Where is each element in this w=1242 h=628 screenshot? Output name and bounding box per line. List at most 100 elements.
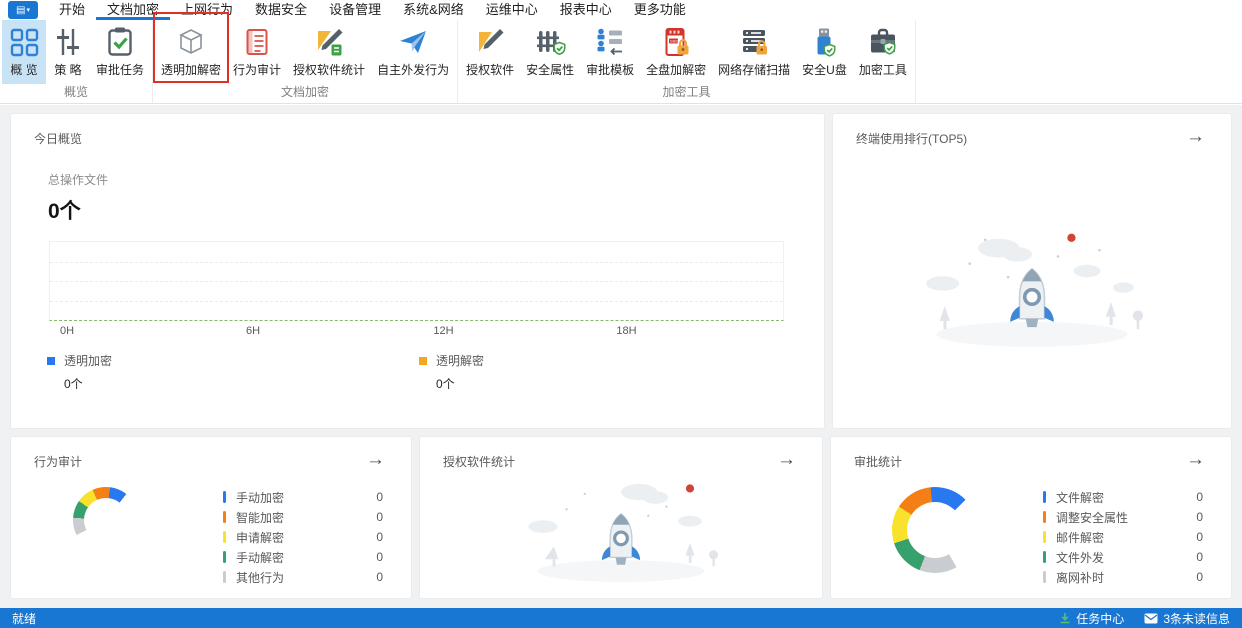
ribbon-button-secure-usb[interactable]: 安全U盘 <box>796 20 853 84</box>
ribbon-button-encryption-tools[interactable]: 加密工具 <box>853 20 913 84</box>
paper-plane-icon <box>397 26 429 58</box>
legend-marker <box>223 531 226 543</box>
ribbon-button-label: 网络存储扫描 <box>718 61 790 78</box>
ribbon-group-encryption-tools: 授权软件 安全属性 审批模板 <box>458 20 916 103</box>
ribbon-button-overview[interactable]: 概 览 <box>2 20 46 84</box>
tab-more-functions[interactable]: 更多功能 <box>623 0 697 20</box>
card-approval-stats: 审批统计 → 文件解密0 调整安全属性0 邮件解密0 文件外发0 离网补时0 <box>830 436 1232 599</box>
ribbon-button-label: 授权软件 <box>466 61 514 78</box>
ribbon-button-transparent-encryption[interactable]: 透明加解密 <box>155 20 227 84</box>
ribbon-button-behavior-audit[interactable]: 行为审计 <box>227 20 287 84</box>
ribbon-button-label: 审批任务 <box>96 61 144 78</box>
tab-data-security[interactable]: 数据安全 <box>244 0 318 20</box>
legend-value: 0 <box>376 490 383 504</box>
ribbon-group-label: 文档加密 <box>155 84 455 103</box>
gridline <box>50 281 783 282</box>
envelope-icon <box>1144 613 1158 624</box>
approval-flow-icon <box>594 26 626 58</box>
more-arrow-icon[interactable]: → <box>366 453 385 467</box>
grid-icon <box>8 26 40 58</box>
app-window: ▤▾ 开始 文档加密 上网行为 数据安全 设备管理 系统&网络 运维中心 报表中… <box>0 0 1242 628</box>
total-files-metric: 总操作文件 0个 <box>48 171 824 225</box>
fence-shield-icon <box>534 26 566 58</box>
tab-report-center[interactable]: 报表中心 <box>549 0 623 20</box>
card-title: 终端使用排行(TOP5) <box>856 130 967 147</box>
legend-marker <box>47 357 55 365</box>
more-arrow-icon[interactable]: → <box>1186 453 1205 467</box>
ribbon-button-licensed-software[interactable]: 授权软件 <box>460 20 520 84</box>
legend-item: 文件解密0 <box>1043 487 1203 507</box>
legend-marker <box>223 511 226 523</box>
chart-legend: 透明加密 0个 透明解密 0个 <box>47 352 824 392</box>
card-today-overview: 今日概览 总操作文件 0个 0H 6H 12H <box>10 113 825 429</box>
audit-list-icon <box>241 26 273 58</box>
tab-device-management[interactable]: 设备管理 <box>318 0 392 20</box>
menu-tabs: 开始 文档加密 上网行为 数据安全 设备管理 系统&网络 运维中心 报表中心 更… <box>48 0 697 20</box>
legend-label: 邮件解密 <box>1056 529 1186 546</box>
legend-value: 0 <box>1196 510 1203 524</box>
metric-label: 总操作文件 <box>48 171 824 188</box>
x-tick: 0H <box>60 325 74 337</box>
ssd-lock-icon: SSD <box>660 26 692 58</box>
ribbon-button-label: 授权软件统计 <box>293 61 365 78</box>
ribbon-button-licensed-software-stats[interactable]: 授权软件统计 <box>287 20 371 84</box>
chevron-down-icon: ▾ <box>26 6 30 14</box>
legend-item: 其他行为0 <box>223 567 383 587</box>
approval-stats-donut-chart <box>892 487 978 573</box>
x-tick: 18H <box>616 325 636 337</box>
card-title: 审批统计 <box>854 453 902 470</box>
legend-item: 申请解密0 <box>223 527 383 547</box>
empty-state-illustration <box>504 469 739 592</box>
unread-messages-button[interactable]: 3条未读信息 <box>1144 610 1230 627</box>
ribbon-group-overview: 概 览 策 略 审批任务 概览 <box>0 20 153 103</box>
ribbon-button-label: 概 览 <box>10 61 37 78</box>
legend-label: 其他行为 <box>236 569 366 586</box>
ribbon-button-label: 自主外发行为 <box>377 61 449 78</box>
ribbon-button-full-disk-encryption[interactable]: SSD 全盘加解密 <box>640 20 712 84</box>
ribbon-button-self-outgoing-behavior[interactable]: 自主外发行为 <box>371 20 455 84</box>
dashboard-content: 今日概览 总操作文件 0个 0H 6H 12H <box>0 105 1242 608</box>
tab-document-encryption[interactable]: 文档加密 <box>96 0 170 20</box>
clipboard-check-icon <box>104 26 136 58</box>
ribbon-button-security-attributes[interactable]: 安全属性 <box>520 20 580 84</box>
chart-x-axis: 0H 6H 12H 18H <box>49 321 784 339</box>
cube-icon <box>175 26 207 58</box>
task-center-button[interactable]: 任务中心 <box>1059 610 1124 627</box>
ribbon-button-label: 加密工具 <box>859 61 907 78</box>
legend-marker <box>223 551 226 563</box>
tab-web-behavior[interactable]: 上网行为 <box>170 0 244 20</box>
ribbon: 概 览 策 略 审批任务 概览 <box>0 20 1242 104</box>
legend-item: 透明加密 0个 <box>47 352 419 392</box>
tab-system-network[interactable]: 系统&网络 <box>392 0 475 20</box>
legend-marker <box>419 357 427 365</box>
tab-start[interactable]: 开始 <box>48 0 96 20</box>
legend-value: 0个 <box>64 375 419 392</box>
sliders-icon <box>52 26 84 58</box>
ribbon-button-label: 策 略 <box>54 61 81 78</box>
ribbon-button-policy[interactable]: 策 略 <box>46 20 90 84</box>
toolbox-shield-icon <box>867 26 899 58</box>
tab-ops-center[interactable]: 运维中心 <box>475 0 549 20</box>
legend-label: 手动解密 <box>236 549 366 566</box>
rocket-illustration-icon <box>907 217 1157 352</box>
legend-label: 智能加密 <box>236 509 366 526</box>
card-title: 今日概览 <box>34 130 82 147</box>
app-menu-button[interactable]: ▤▾ <box>8 1 38 19</box>
more-arrow-icon[interactable]: → <box>1186 130 1205 144</box>
ruler-stats-icon <box>313 26 345 58</box>
legend-marker <box>223 491 226 503</box>
gridline <box>50 301 783 302</box>
ribbon-button-network-storage-scan[interactable]: 网络存储扫描 <box>712 20 796 84</box>
status-ready-text: 就绪 <box>12 610 36 627</box>
legend-value: 0 <box>1196 530 1203 544</box>
ribbon-button-approval-tasks[interactable]: 审批任务 <box>90 20 150 84</box>
legend-label: 申请解密 <box>236 529 366 546</box>
status-bar: 就绪 任务中心 3条未读信息 <box>0 608 1242 628</box>
legend-value: 0个 <box>436 375 791 392</box>
legend-marker <box>1043 551 1046 563</box>
more-arrow-icon[interactable]: → <box>777 453 796 467</box>
ribbon-button-approval-template[interactable]: 审批模板 <box>580 20 640 84</box>
x-tick: 12H <box>433 325 453 337</box>
app-logo-icon: ▤ <box>16 5 25 16</box>
download-icon <box>1059 612 1071 624</box>
